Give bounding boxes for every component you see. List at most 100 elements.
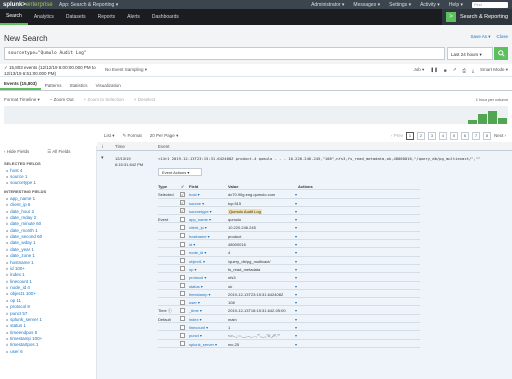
field-actions-dropdown[interactable]: ▾ — [295, 300, 297, 305]
page-3[interactable]: 3 — [427, 131, 436, 140]
nav-dashboards[interactable]: Dashboards — [146, 9, 185, 25]
histogram-bar[interactable] — [487, 110, 498, 124]
field-checkbox[interactable] — [180, 233, 185, 239]
field-value[interactable]: 1 — [228, 325, 230, 330]
pause-icon[interactable]: ❚❚ — [430, 67, 438, 73]
page-1[interactable]: 1 — [405, 131, 414, 140]
stop-icon[interactable]: ■ — [444, 68, 447, 73]
field-value[interactable]: 48000016 — [228, 242, 246, 247]
sampling-dropdown[interactable]: No Event Sampling ▾ — [105, 67, 147, 73]
field-name-dropdown[interactable]: sourcetype ▾ — [189, 209, 212, 214]
field-name-dropdown[interactable]: app_name ▾ — [189, 217, 211, 222]
field-checkbox[interactable] — [180, 224, 185, 230]
job-menu[interactable]: Job ▾ — [414, 67, 425, 73]
save-as-button[interactable]: Save As ▾ — [470, 34, 490, 40]
page-7[interactable]: 7 — [471, 131, 480, 140]
field-value[interactable]: 10.220.246.245 — [228, 225, 256, 230]
field-name-dropdown[interactable]: client_ip ▾ — [189, 225, 207, 230]
field-checkbox[interactable] — [180, 291, 185, 297]
time-range-picker[interactable]: Last 24 hours ▾ — [447, 47, 493, 60]
next-page-button[interactable]: Next › — [494, 133, 506, 138]
field-actions-dropdown[interactable]: ▾ — [295, 342, 297, 347]
histogram-bar[interactable] — [477, 114, 488, 124]
field-checkbox[interactable] — [180, 266, 185, 272]
field-checkbox[interactable] — [180, 341, 185, 347]
nav-alerts[interactable]: Alerts — [121, 9, 146, 25]
field-checkbox[interactable] — [180, 258, 185, 264]
tab-patterns[interactable]: Patterns — [41, 83, 66, 90]
per-page-dropdown[interactable]: 20 Per Page ▾ — [150, 133, 179, 139]
print-icon[interactable]: ⎙ — [462, 68, 466, 73]
list-dropdown[interactable]: List ▾ — [104, 133, 115, 139]
field-checkbox[interactable] — [180, 216, 185, 222]
field-value[interactable]: 2019-12-13T18:15:31.642-05:00 — [228, 308, 286, 313]
messages-menu[interactable]: Messages ▾ — [353, 2, 380, 8]
find-input[interactable]: Find — [472, 1, 508, 8]
field-value[interactable]: <>--_:::.__---_...,"",,_,,"//_//","" — [228, 333, 280, 338]
deselect-button[interactable]: × Deselect — [134, 97, 155, 103]
field-name-dropdown[interactable]: hostname ▾ — [189, 234, 210, 239]
collapse-icon[interactable]: ▾ — [101, 155, 104, 161]
help-menu[interactable]: Help ▾ — [449, 2, 463, 8]
field-actions-dropdown[interactable]: ▾ — [295, 259, 297, 264]
field-actions-dropdown[interactable]: ▾ — [295, 217, 297, 222]
page-8[interactable]: 8 — [482, 131, 491, 140]
smart-mode-dropdown[interactable]: Smart Mode ▾ — [480, 67, 508, 73]
field-value[interactable]: nfs3 — [228, 275, 236, 280]
format-button[interactable]: ✎ Format — [123, 133, 142, 139]
field-actions-dropdown[interactable]: ▾ — [295, 317, 297, 322]
field-value[interactable]: mc-25 — [228, 342, 239, 347]
field-actions-dropdown[interactable]: ▾ — [295, 234, 297, 239]
field-actions-dropdown[interactable]: ▾ — [295, 308, 297, 313]
tab-statistics[interactable]: Statistics — [66, 83, 92, 90]
field-name-dropdown[interactable]: linecount ▾ — [189, 325, 208, 330]
page-5[interactable]: 5 — [449, 131, 458, 140]
admin-menu[interactable]: Administrator ▾ — [311, 2, 344, 8]
field-checkbox[interactable] — [180, 274, 185, 280]
field-name-dropdown[interactable]: id ▾ — [189, 242, 195, 247]
field-name-dropdown[interactable]: index ▾ — [189, 317, 202, 322]
field-actions-dropdown[interactable]: ▾ — [295, 275, 297, 280]
field-value[interactable]: main — [228, 317, 237, 322]
page-4[interactable]: 4 — [438, 131, 447, 140]
field-checkbox[interactable] — [180, 283, 185, 289]
field-name-dropdown[interactable]: timestamp ▾ — [189, 292, 211, 297]
field-actions-dropdown[interactable]: ▾ — [295, 292, 297, 297]
field-actions-dropdown[interactable]: ▾ — [295, 192, 297, 197]
tab-events[interactable]: Events (15,803) — [0, 81, 41, 90]
nav-search[interactable]: Search — [0, 9, 28, 25]
field-checkbox[interactable] — [180, 324, 185, 330]
close-button[interactable]: Close — [496, 34, 508, 40]
settings-menu[interactable]: Settings ▾ — [389, 2, 411, 8]
field-value[interactable]: dc70.90g.eng.qumulo.com — [228, 192, 275, 197]
nav-reports[interactable]: Reports — [92, 9, 122, 25]
field-name-dropdown[interactable]: object1 ▾ — [189, 259, 205, 264]
export-icon[interactable]: ⤓ — [472, 68, 474, 73]
field-value[interactable]: 2019-12-13T23:15:31.642408Z — [228, 292, 283, 297]
field-actions-dropdown[interactable]: ▾ — [295, 201, 297, 206]
field-value[interactable]: qumulo — [228, 217, 241, 222]
search-button[interactable] — [494, 47, 508, 60]
field-checkbox[interactable] — [180, 332, 185, 338]
event-raw-text[interactable]: <14>1 2019-12-13T23:15:31.642408Z produc… — [158, 156, 508, 161]
field-value[interactable]: tcp:515 — [228, 201, 241, 206]
time-column-header[interactable]: Time — [115, 144, 125, 149]
field-actions-dropdown[interactable]: ▾ — [295, 209, 297, 214]
all-fields-button[interactable]: ☰ All Fields — [47, 149, 70, 155]
field-actions-dropdown[interactable]: ▾ — [295, 250, 297, 255]
field-checkbox[interactable] — [180, 241, 185, 247]
field-value[interactable]: 4 — [228, 250, 230, 255]
field-value[interactable]: Qumulo Audit Log — [228, 208, 262, 214]
splunk-logo[interactable]: splunk>enterprise — [3, 2, 59, 8]
field-name-dropdown[interactable]: protocol ▾ — [189, 275, 206, 280]
field-value[interactable]: 108 — [228, 300, 235, 305]
field-name-dropdown[interactable]: source ▾ — [189, 201, 204, 206]
field-name-dropdown[interactable]: host ▾ — [189, 192, 200, 197]
field-checkbox[interactable]: ✓ — [180, 208, 185, 214]
field-value[interactable]: fs_read_metadata — [228, 267, 260, 272]
field-name-dropdown[interactable]: op ▾ — [189, 267, 197, 272]
zoom-selection-button[interactable]: + Zoom to Selection — [84, 97, 124, 103]
page-2[interactable]: 2 — [416, 131, 425, 140]
field-checkbox[interactable] — [180, 299, 185, 305]
field-checkbox[interactable] — [180, 307, 185, 313]
